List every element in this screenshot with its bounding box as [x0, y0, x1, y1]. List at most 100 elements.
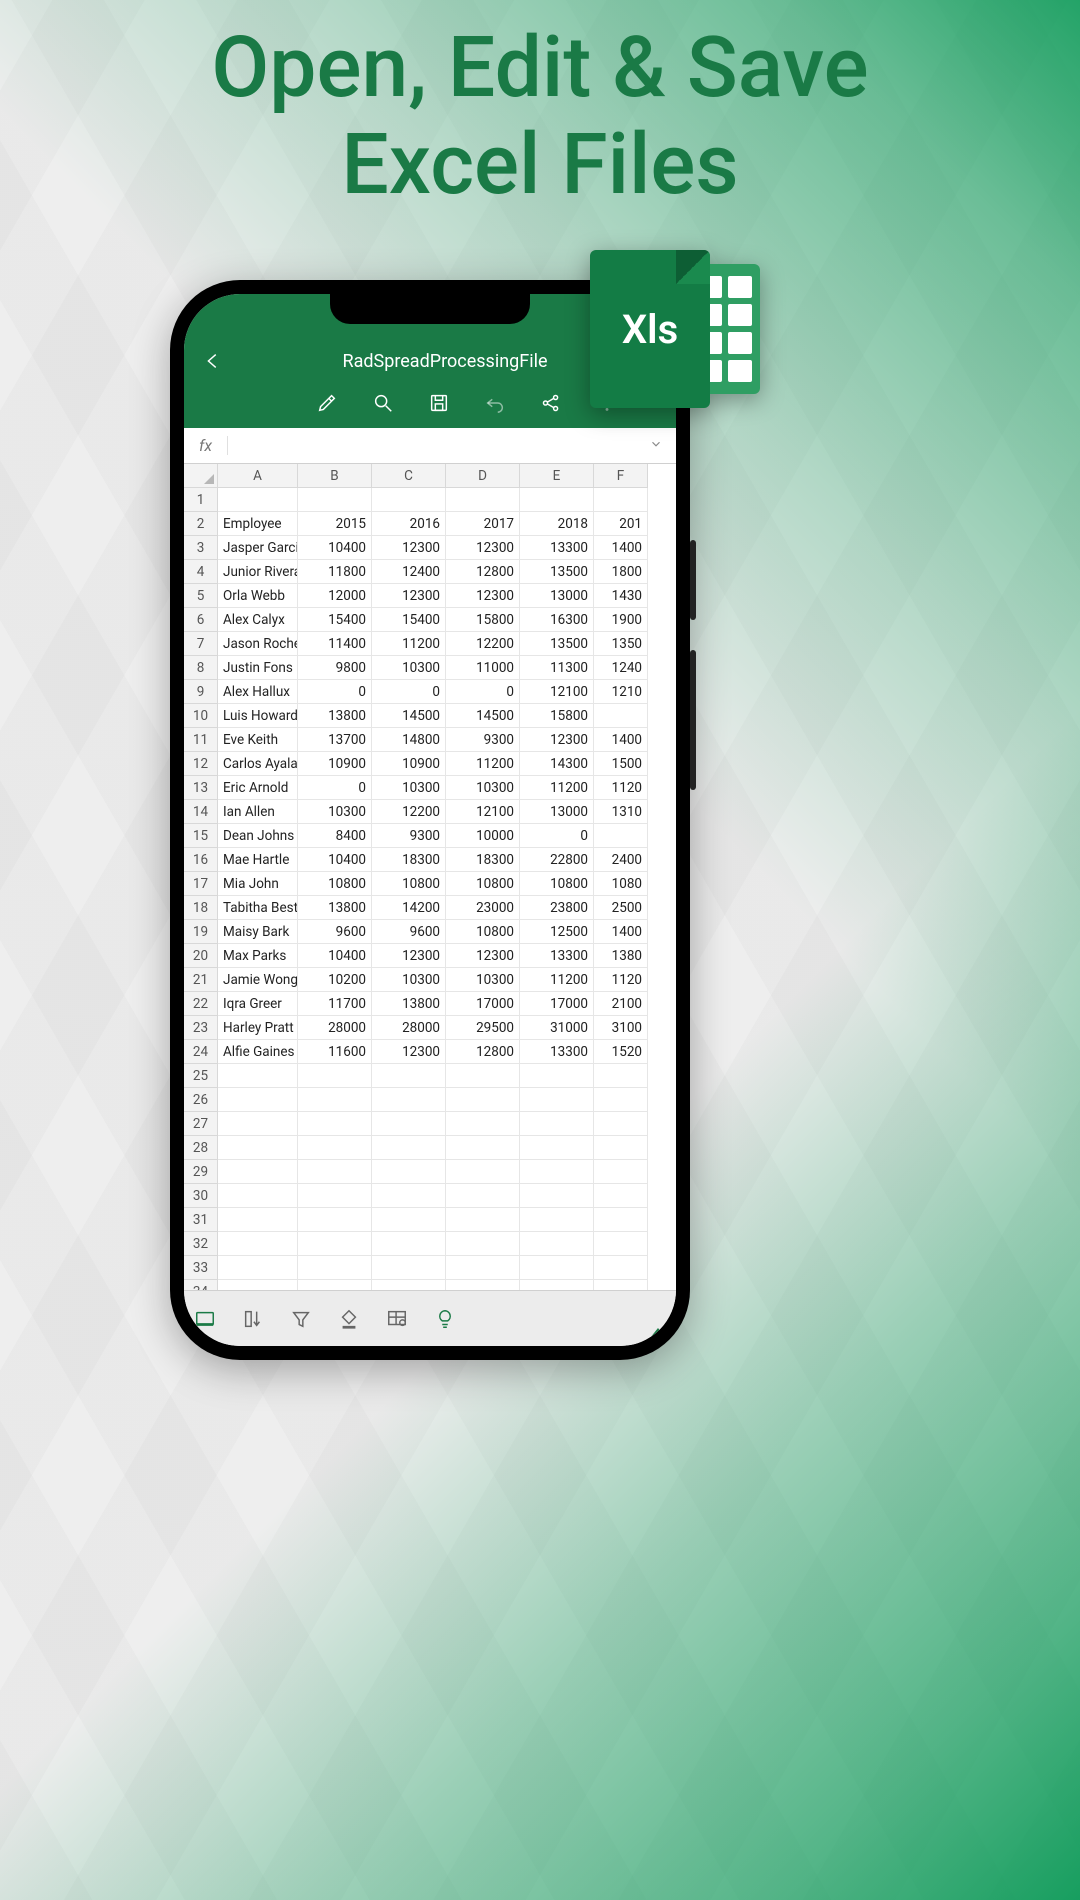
- cell[interactable]: 13000: [520, 584, 594, 608]
- cell[interactable]: Alex Calyx: [218, 608, 298, 632]
- cell[interactable]: 2018: [520, 512, 594, 536]
- cell[interactable]: [446, 488, 520, 512]
- row-header[interactable]: 19: [184, 920, 218, 944]
- cell[interactable]: [520, 1112, 594, 1136]
- cell[interactable]: Jasper Garcia: [218, 536, 298, 560]
- cell[interactable]: [372, 1112, 446, 1136]
- sheet-view-icon[interactable]: [194, 1308, 216, 1330]
- row-header[interactable]: 26: [184, 1088, 218, 1112]
- search-icon[interactable]: [372, 392, 394, 414]
- cell[interactable]: 0: [446, 680, 520, 704]
- cell[interactable]: [594, 1136, 648, 1160]
- cell[interactable]: 10900: [298, 752, 372, 776]
- row-header[interactable]: 27: [184, 1112, 218, 1136]
- cell[interactable]: Employee: [218, 512, 298, 536]
- cell[interactable]: [446, 1232, 520, 1256]
- cell[interactable]: [446, 1160, 520, 1184]
- cell[interactable]: 18300: [446, 848, 520, 872]
- cell[interactable]: 13800: [298, 896, 372, 920]
- cell[interactable]: [298, 1064, 372, 1088]
- cell[interactable]: 11200: [372, 632, 446, 656]
- cell[interactable]: [298, 1184, 372, 1208]
- cell[interactable]: 10800: [446, 872, 520, 896]
- cell[interactable]: Mia John: [218, 872, 298, 896]
- cell[interactable]: [520, 1160, 594, 1184]
- cell[interactable]: 11600: [298, 1040, 372, 1064]
- cell[interactable]: 1900: [594, 608, 648, 632]
- row-header[interactable]: 9: [184, 680, 218, 704]
- share-icon[interactable]: [540, 392, 562, 414]
- column-header[interactable]: D: [446, 464, 520, 488]
- cell[interactable]: [594, 1184, 648, 1208]
- cell[interactable]: [372, 1160, 446, 1184]
- cell[interactable]: Tabitha Best: [218, 896, 298, 920]
- cell[interactable]: 17000: [520, 992, 594, 1016]
- cell[interactable]: 10000: [446, 824, 520, 848]
- column-header[interactable]: A: [218, 464, 298, 488]
- cell[interactable]: 29500: [446, 1016, 520, 1040]
- cell[interactable]: 0: [520, 824, 594, 848]
- cell[interactable]: 10300: [446, 968, 520, 992]
- cell[interactable]: 16300: [520, 608, 594, 632]
- cell[interactable]: Carlos Ayala: [218, 752, 298, 776]
- select-all-corner[interactable]: [184, 464, 218, 488]
- cell[interactable]: Eric Arnold: [218, 776, 298, 800]
- cell[interactable]: [218, 1112, 298, 1136]
- cell[interactable]: 12300: [446, 944, 520, 968]
- column-header[interactable]: E: [520, 464, 594, 488]
- cell[interactable]: 8400: [298, 824, 372, 848]
- cell[interactable]: Justin Fons: [218, 656, 298, 680]
- cell[interactable]: [520, 1280, 594, 1290]
- cell[interactable]: 12300: [446, 584, 520, 608]
- cell[interactable]: 18300: [372, 848, 446, 872]
- cell[interactable]: 15800: [520, 704, 594, 728]
- cell[interactable]: [594, 824, 648, 848]
- cell[interactable]: [520, 1256, 594, 1280]
- spreadsheet-grid[interactable]: ABCDEF12Employee20152016201720182013Jasp…: [184, 464, 676, 1290]
- cell[interactable]: 10800: [446, 920, 520, 944]
- cell[interactable]: [520, 1136, 594, 1160]
- cell[interactable]: 2017: [446, 512, 520, 536]
- cell[interactable]: [446, 1256, 520, 1280]
- cell[interactable]: 12400: [372, 560, 446, 584]
- cell[interactable]: [218, 1256, 298, 1280]
- cell[interactable]: 13300: [520, 1040, 594, 1064]
- cell[interactable]: 2016: [372, 512, 446, 536]
- cell[interactable]: [594, 1064, 648, 1088]
- cell[interactable]: 10800: [372, 872, 446, 896]
- row-header[interactable]: 33: [184, 1256, 218, 1280]
- cell[interactable]: 13700: [298, 728, 372, 752]
- cell[interactable]: 9600: [298, 920, 372, 944]
- row-header[interactable]: 15: [184, 824, 218, 848]
- cell[interactable]: Jamie Wong: [218, 968, 298, 992]
- cell[interactable]: [372, 1184, 446, 1208]
- cell[interactable]: [446, 1088, 520, 1112]
- cell[interactable]: 28000: [372, 1016, 446, 1040]
- cell[interactable]: Luis Howard: [218, 704, 298, 728]
- row-header[interactable]: 25: [184, 1064, 218, 1088]
- cell[interactable]: 12200: [446, 632, 520, 656]
- cell[interactable]: [594, 1160, 648, 1184]
- row-header[interactable]: 5: [184, 584, 218, 608]
- row-header[interactable]: 1: [184, 488, 218, 512]
- cell[interactable]: [372, 1280, 446, 1290]
- cell[interactable]: 12100: [446, 800, 520, 824]
- cell[interactable]: 11000: [446, 656, 520, 680]
- cell[interactable]: [520, 1064, 594, 1088]
- cell[interactable]: 12300: [372, 536, 446, 560]
- row-header[interactable]: 23: [184, 1016, 218, 1040]
- cell[interactable]: 10800: [298, 872, 372, 896]
- cell[interactable]: Orla Webb: [218, 584, 298, 608]
- cell[interactable]: 1400: [594, 536, 648, 560]
- cell[interactable]: Jason Roche: [218, 632, 298, 656]
- cell[interactable]: 10800: [520, 872, 594, 896]
- cell[interactable]: 1520: [594, 1040, 648, 1064]
- cell[interactable]: Eve Keith: [218, 728, 298, 752]
- cell[interactable]: 9300: [372, 824, 446, 848]
- cell[interactable]: 2015: [298, 512, 372, 536]
- cell[interactable]: [298, 1256, 372, 1280]
- cell[interactable]: 28000: [298, 1016, 372, 1040]
- row-header[interactable]: 21: [184, 968, 218, 992]
- row-header[interactable]: 14: [184, 800, 218, 824]
- cell[interactable]: Mae Hartle: [218, 848, 298, 872]
